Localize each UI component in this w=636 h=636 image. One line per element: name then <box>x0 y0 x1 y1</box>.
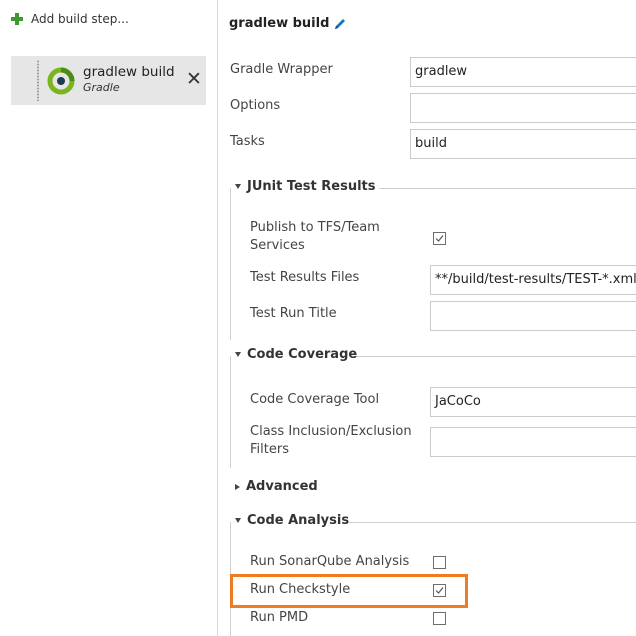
class-filters-label-line1: Class Inclusion/Exclusion <box>250 424 412 439</box>
collapse-triangle-icon <box>235 184 241 189</box>
class-filters-label-line2: Filters <box>250 442 289 457</box>
gradle-wrapper-label: Gradle Wrapper <box>230 62 333 77</box>
sonarqube-label: Run SonarQube Analysis <box>250 554 410 569</box>
junit-section-divider <box>379 188 636 189</box>
checkstyle-label: Run Checkstyle <box>250 582 351 597</box>
coverage-section-divider <box>354 356 636 357</box>
build-steps-panel: Add build step... gradlew build Gradle ✕ <box>0 0 218 636</box>
publish-checkbox[interactable] <box>433 232 446 245</box>
checkstyle-checkbox[interactable] <box>433 584 446 597</box>
plus-icon <box>11 13 23 25</box>
test-results-files-label: Test Results Files <box>250 270 360 285</box>
pmd-checkbox[interactable] <box>433 612 446 625</box>
advanced-section-header[interactable]: Advanced <box>235 479 318 494</box>
checkbox-check-icon <box>435 235 444 242</box>
close-icon[interactable]: ✕ <box>185 69 203 89</box>
coverage-section-title: Code Coverage <box>247 347 358 362</box>
gradle-icon <box>47 67 75 95</box>
add-build-step-label: Add build step... <box>31 12 129 26</box>
pmd-label: Run PMD <box>250 610 309 625</box>
task-title: gradlew build <box>229 16 347 31</box>
add-build-step-button[interactable]: Add build step... <box>11 12 129 26</box>
junit-section-header[interactable]: JUnit Test Results <box>235 179 376 194</box>
sonarqube-checkbox[interactable] <box>433 556 446 569</box>
task-settings-panel: gradlew build Gradle Wrapper gradlew Opt… <box>219 0 636 636</box>
drag-handle-icon[interactable] <box>36 60 40 101</box>
expand-triangle-icon <box>235 483 240 490</box>
options-label: Options <box>230 98 281 113</box>
options-input[interactable] <box>410 93 636 123</box>
class-filters-input[interactable] <box>430 427 636 457</box>
test-results-files-input[interactable]: **/build/test-results/TEST-*.xml <box>430 265 636 295</box>
junit-section-title: JUnit Test Results <box>247 179 376 194</box>
analysis-section-header[interactable]: Code Analysis <box>235 513 349 528</box>
publish-label-line2: Services <box>250 238 305 253</box>
publish-label: Publish to TFS/Team Services <box>250 219 380 255</box>
collapse-triangle-icon <box>235 352 241 357</box>
analysis-section-title: Code Analysis <box>247 513 350 528</box>
test-run-title-input[interactable] <box>430 301 636 331</box>
junit-section-border <box>230 188 231 340</box>
collapse-triangle-icon <box>235 518 241 523</box>
tasks-label: Tasks <box>230 134 265 149</box>
coverage-section-header[interactable]: Code Coverage <box>235 347 357 362</box>
publish-label-line1: Publish to TFS/Team <box>250 220 380 235</box>
coverage-section-border <box>230 356 231 468</box>
checkbox-check-icon <box>435 587 444 594</box>
class-filters-label: Class Inclusion/Exclusion Filters <box>250 423 412 459</box>
advanced-section-title: Advanced <box>246 479 318 494</box>
tasks-input[interactable]: build <box>410 129 636 159</box>
build-step-type: Gradle <box>83 81 120 94</box>
pencil-icon[interactable] <box>333 17 347 31</box>
build-step-name: gradlew build <box>83 64 175 80</box>
build-step-item[interactable]: gradlew build Gradle ✕ <box>11 56 206 105</box>
gradle-wrapper-input[interactable]: gradlew <box>410 57 636 87</box>
coverage-tool-select[interactable]: JaCoCo <box>430 387 636 417</box>
analysis-section-divider <box>349 522 636 523</box>
task-title-text: gradlew build <box>229 16 330 31</box>
test-run-title-label: Test Run Title <box>250 306 337 321</box>
coverage-tool-label: Code Coverage Tool <box>250 392 380 407</box>
